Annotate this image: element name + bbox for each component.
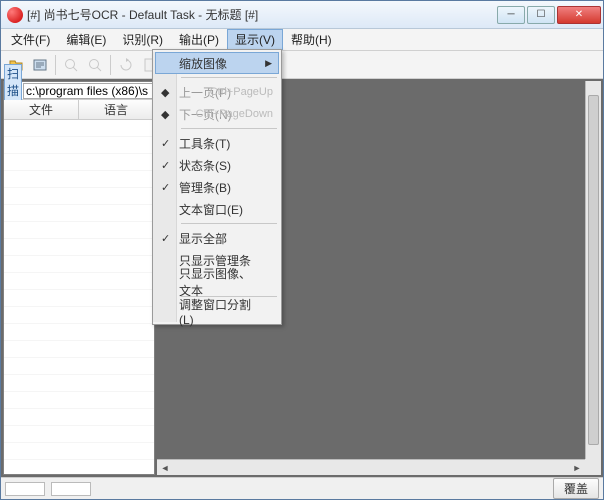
status-box [51, 482, 91, 496]
menu-label: 缩放图像 [179, 55, 227, 72]
scroll-left-icon[interactable]: ◄ [157, 460, 173, 476]
dropdown-separator [181, 223, 277, 224]
window-buttons: ─ ☐ ✕ [495, 6, 601, 24]
menu-toolbar-toggle[interactable]: ✓ 工具条(T) [155, 132, 279, 154]
window-title: [#] 尚书七号OCR - Default Task - 无标题 [#] [27, 6, 495, 23]
menu-adjust-split[interactable]: 调整窗口分割(L) [155, 300, 279, 322]
bullet-icon: ◆ [161, 86, 169, 99]
app-icon [7, 7, 23, 23]
file-list[interactable] [4, 120, 154, 474]
file-columns: 文件 语言 [4, 100, 154, 120]
zoom-out-button[interactable] [84, 54, 106, 76]
scroll-corner [585, 459, 601, 475]
close-button[interactable]: ✕ [557, 6, 601, 24]
app-window: [#] 尚书七号OCR - Default Task - 无标题 [#] ─ ☐… [0, 0, 604, 500]
check-icon: ✓ [161, 137, 170, 150]
col-file[interactable]: 文件 [4, 100, 79, 119]
maximize-button[interactable]: ☐ [527, 6, 555, 24]
menu-label: 工具条(T) [179, 135, 230, 152]
menu-label: 只显示图像、文本 [179, 265, 261, 299]
view-dropdown: 缩放图像 ▶ ◆ 上一页(P) Ctrl+PageUp ◆ 下一页(N) Ctr… [152, 49, 282, 325]
zoom-in-button[interactable] [60, 54, 82, 76]
status-box [5, 482, 45, 496]
menu-zoom-image[interactable]: 缩放图像 ▶ [155, 52, 279, 74]
horizontal-scrollbar[interactable]: ◄ ► [157, 459, 585, 475]
toolbar [1, 51, 603, 79]
menu-file[interactable]: 文件(F) [3, 29, 58, 50]
menu-only-image-text[interactable]: 只显示图像、文本 [155, 271, 279, 293]
menu-output[interactable]: 输出(P) [171, 29, 227, 50]
bullet-icon: ◆ [161, 108, 169, 121]
check-icon: ✓ [161, 232, 170, 245]
titlebar: [#] 尚书七号OCR - Default Task - 无标题 [#] ─ ☐… [1, 1, 603, 29]
menu-help[interactable]: 帮助(H) [283, 29, 340, 50]
shortcut: Ctrl+PageUp [210, 86, 273, 98]
check-icon: ✓ [161, 181, 170, 194]
col-lang[interactable]: 语言 [79, 100, 154, 119]
menubar: 文件(F) 编辑(E) 识别(R) 输出(P) 显示(V) 帮助(H) [1, 29, 603, 51]
menu-label: 显示全部 [179, 230, 227, 247]
file-panel: 扫描到 文件 语言 [3, 81, 155, 475]
cover-button[interactable]: 覆盖 [553, 478, 599, 499]
menu-show-all[interactable]: ✓ 显示全部 [155, 227, 279, 249]
rotate-button[interactable] [115, 54, 137, 76]
menu-recognize[interactable]: 识别(R) [114, 29, 171, 50]
menu-label: 管理条(B) [179, 179, 231, 196]
menu-edit[interactable]: 编辑(E) [58, 29, 114, 50]
vertical-scrollbar[interactable] [585, 81, 601, 459]
minimize-button[interactable]: ─ [497, 6, 525, 24]
shortcut: Ctrl+PageDown [196, 108, 273, 120]
check-icon: ✓ [161, 159, 170, 172]
menu-prev-page: ◆ 上一页(P) Ctrl+PageUp [155, 81, 279, 103]
menu-manager-toggle[interactable]: ✓ 管理条(B) [155, 176, 279, 198]
dropdown-separator [181, 77, 277, 78]
menu-view[interactable]: 显示(V) [227, 29, 283, 50]
scroll-right-icon[interactable]: ► [569, 460, 585, 476]
toolbar-separator [110, 55, 111, 75]
menu-text-window[interactable]: 文本窗口(E) [155, 198, 279, 220]
menu-label: 调整窗口分割(L) [179, 296, 261, 327]
menu-statusbar-toggle[interactable]: ✓ 状态条(S) [155, 154, 279, 176]
file-panel-header: 扫描到 [4, 82, 154, 100]
scan-button[interactable] [29, 54, 51, 76]
dropdown-separator [181, 128, 277, 129]
workspace: 扫描到 文件 语言 ◄ ► [1, 79, 603, 477]
menu-next-page: ◆ 下一页(N) Ctrl+PageDown [155, 103, 279, 125]
menu-label: 状态条(S) [179, 157, 231, 174]
menu-label: 文本窗口(E) [179, 201, 243, 218]
toolbar-separator [55, 55, 56, 75]
submenu-arrow-icon: ▶ [265, 58, 272, 69]
statusbar: 覆盖 [1, 477, 603, 499]
